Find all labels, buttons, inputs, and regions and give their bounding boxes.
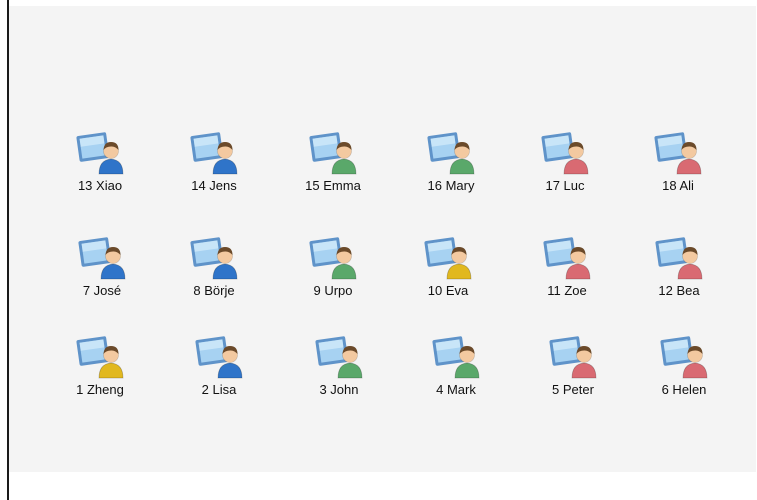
student-computer-icon bbox=[655, 237, 703, 280]
student-label: 17 Luc bbox=[545, 178, 585, 193]
student-computer-icon bbox=[315, 336, 363, 379]
student-label: 7 José bbox=[82, 283, 122, 298]
student-label: 6 Helen bbox=[661, 382, 707, 397]
student-computer-icon bbox=[654, 132, 702, 175]
student-station-16[interactable]: 16 Mary bbox=[406, 128, 496, 208]
student-station-13[interactable]: 13 Xiao bbox=[55, 128, 145, 208]
student-label: 18 Ali bbox=[662, 178, 694, 193]
student-computer-icon bbox=[309, 237, 357, 280]
student-label: 1 Zheng bbox=[76, 382, 124, 397]
student-label: 13 Xiao bbox=[77, 178, 123, 193]
student-computer-icon bbox=[190, 132, 238, 175]
student-station-17[interactable]: 17 Luc bbox=[520, 128, 610, 208]
student-label: 3 John bbox=[319, 382, 359, 397]
student-station-5[interactable]: 5 Peter bbox=[528, 332, 618, 412]
student-station-12[interactable]: 12 Bea bbox=[634, 233, 724, 313]
student-label: 8 Börje bbox=[193, 283, 235, 298]
student-station-3[interactable]: 3 John bbox=[294, 332, 384, 412]
student-station-4[interactable]: 4 Mark bbox=[411, 332, 501, 412]
student-computer-icon bbox=[195, 336, 243, 379]
student-station-10[interactable]: 10 Eva bbox=[403, 233, 493, 313]
student-computer-icon bbox=[543, 237, 591, 280]
student-station-14[interactable]: 14 Jens bbox=[169, 128, 259, 208]
student-station-2[interactable]: 2 Lisa bbox=[174, 332, 264, 412]
student-station-7[interactable]: 7 José bbox=[57, 233, 147, 313]
student-station-9[interactable]: 9 Urpo bbox=[288, 233, 378, 313]
student-computer-icon bbox=[432, 336, 480, 379]
student-computer-icon bbox=[190, 237, 238, 280]
student-label: 10 Eva bbox=[427, 283, 469, 298]
student-computer-icon bbox=[541, 132, 589, 175]
student-label: 4 Mark bbox=[436, 382, 476, 397]
student-station-8[interactable]: 8 Börje bbox=[169, 233, 259, 313]
student-station-15[interactable]: 15 Emma bbox=[288, 128, 378, 208]
student-computer-icon bbox=[78, 237, 126, 280]
student-station-11[interactable]: 11 Zoe bbox=[522, 233, 612, 313]
classroom-canvas: 13 Xiao 14 Jens 15 Emma 16 Mary 17 Luc 1… bbox=[9, 6, 756, 472]
student-computer-icon bbox=[424, 237, 472, 280]
student-computer-icon bbox=[76, 132, 124, 175]
student-label: 16 Mary bbox=[427, 178, 475, 193]
student-label: 15 Emma bbox=[305, 178, 361, 193]
student-computer-icon bbox=[549, 336, 597, 379]
student-label: 9 Urpo bbox=[313, 283, 353, 298]
student-label: 14 Jens bbox=[191, 178, 237, 193]
student-computer-icon bbox=[309, 132, 357, 175]
student-station-6[interactable]: 6 Helen bbox=[639, 332, 729, 412]
student-station-1[interactable]: 1 Zheng bbox=[55, 332, 145, 412]
student-station-18[interactable]: 18 Ali bbox=[633, 128, 723, 208]
student-computer-icon bbox=[76, 336, 124, 379]
student-label: 11 Zoe bbox=[547, 283, 587, 298]
student-computer-icon bbox=[660, 336, 708, 379]
student-label: 12 Bea bbox=[658, 283, 700, 298]
student-label: 2 Lisa bbox=[201, 382, 237, 397]
student-computer-icon bbox=[427, 132, 475, 175]
student-label: 5 Peter bbox=[552, 382, 594, 397]
